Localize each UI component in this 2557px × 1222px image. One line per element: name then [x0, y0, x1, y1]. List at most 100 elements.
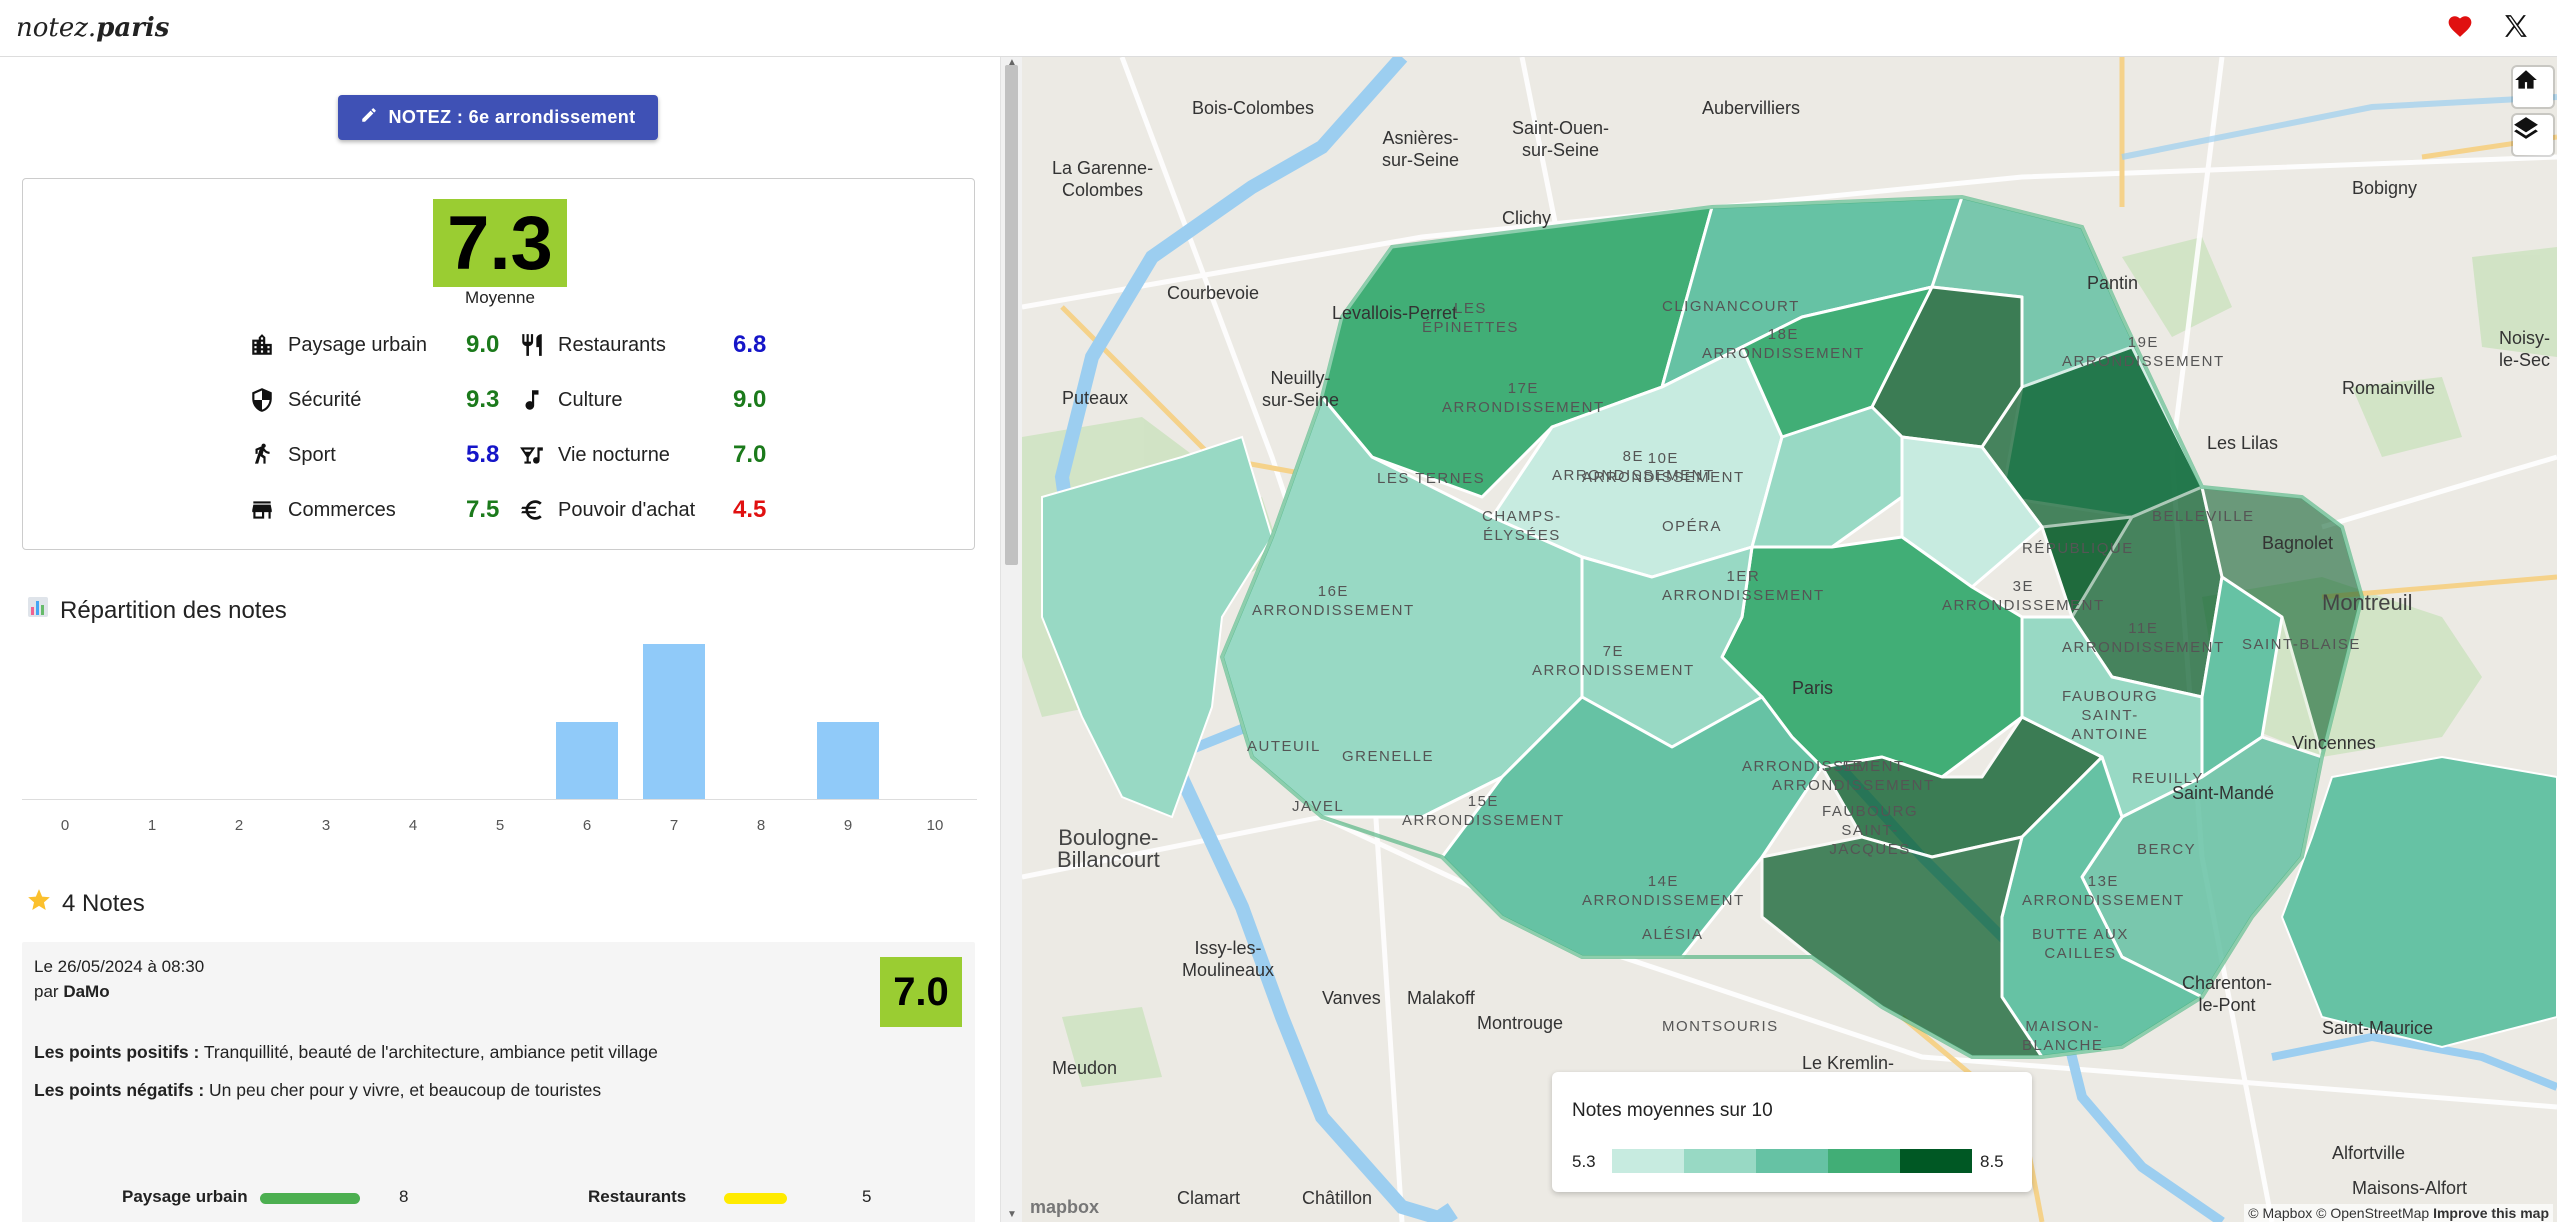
review-criterion-value: 8 — [399, 1187, 409, 1206]
arrondissement-label[interactable]: REUILLY — [2132, 769, 2204, 788]
place-label: Courbevoie — [1167, 283, 1260, 303]
distribution-bar[interactable] — [643, 644, 705, 799]
arrondissement-label[interactable]: RÉPUBLIQUE — [2022, 539, 2134, 558]
criterion-restaurants: Restaurants 6.8 — [518, 331, 766, 359]
x-tick-label: 1 — [147, 817, 157, 834]
arrondissement-label[interactable]: CHAMPS- ÉLYSÉES — [1482, 507, 1562, 545]
site-logo[interactable]: notez.paris — [16, 13, 169, 43]
review-positives: Les points positifs : Tranquillité, beau… — [34, 1042, 658, 1062]
arrondissement-label[interactable]: SAINT-BLAISE — [2242, 635, 2361, 654]
criterion-culture: Culture 9.0 — [518, 386, 766, 414]
place-label: Pantin — [2087, 273, 2139, 293]
review-score: 7.0 — [880, 957, 962, 1027]
x-tick-label: 8 — [756, 817, 766, 834]
place-label: Montreuil — [2322, 590, 2413, 615]
sport-icon — [248, 441, 276, 469]
arrondissement-label[interactable]: ARRONDISSEMENT — [1742, 757, 1905, 776]
map-legend: Notes moyennes sur 10 5.3 8.5 — [1552, 1072, 2032, 1192]
mapbox-logo[interactable]: mapbox — [1030, 1197, 1099, 1218]
arrondissement-label[interactable]: MONTSOURIS — [1662, 1017, 1779, 1036]
scroll-down-arrow[interactable]: ▼ — [1007, 1209, 1017, 1220]
arrondissement-label[interactable]: LES ÉPINETTES — [1422, 299, 1519, 337]
criterion-label: Pouvoir d'achat — [558, 498, 696, 521]
arrondissement-label[interactable]: 7E ARRONDISSEMENT — [1532, 642, 1695, 680]
improve-map-link[interactable]: Improve this map — [2433, 1205, 2549, 1221]
legend-min: 5.3 — [1572, 1152, 1596, 1171]
nightlife-icon — [518, 441, 546, 469]
mapbox-attribution-link[interactable]: © Mapbox — [2248, 1205, 2312, 1221]
arrondissement-label[interactable]: JAVEL — [1292, 797, 1344, 816]
x-axis-line — [22, 799, 977, 800]
arrondissement-label[interactable]: GRENELLE — [1342, 747, 1434, 766]
place-label: Bois-Colombes — [1192, 98, 1315, 118]
place-label: Bagnolet — [2262, 533, 2334, 553]
scrollbar-thumb[interactable] — [1005, 65, 1018, 565]
legend-swatches — [1612, 1149, 1972, 1173]
criterion-value: 7.5 — [466, 496, 500, 523]
arrondissement-label[interactable]: 13E ARRONDISSEMENT — [2022, 872, 2185, 910]
arrondissement-label[interactable]: ALÉSIA — [1642, 925, 1704, 944]
place-label: Maisons-Alfort — [2352, 1178, 2468, 1198]
place-label: Meudon — [1052, 1058, 1118, 1078]
distribution-title: Répartition des notes — [26, 595, 287, 626]
reviews-title: 4 Notes — [26, 887, 145, 920]
arrondissement-label[interactable]: BUTTE AUX CAILLES — [2032, 925, 2129, 963]
osm-attribution-link[interactable]: © OpenStreetMap — [2316, 1205, 2429, 1221]
arrondissement-label[interactable]: BERCY — [2137, 840, 2196, 859]
arrondissement-label[interactable]: CLIGNANCOURT — [1662, 297, 1800, 316]
x-tick-label: 4 — [408, 817, 418, 834]
distribution-chart: 0 1 2 3 4 5 6 7 8 9 10 — [22, 644, 977, 847]
criterion-value: 9.3 — [466, 386, 500, 413]
arrondissement-label[interactable]: 14E ARRONDISSEMENT — [1582, 872, 1745, 910]
arrondissement-label[interactable]: 16E ARRONDISSEMENT — [1252, 582, 1415, 620]
criterion-sport: Sport 5.8 — [248, 441, 499, 469]
review-criterion-value: 5 — [862, 1187, 872, 1206]
place-label: Paris — [1792, 678, 1834, 698]
legend-swatch — [1900, 1149, 1972, 1173]
star-icon — [26, 887, 52, 920]
arrondissement-label[interactable]: OPÉRA — [1662, 517, 1722, 536]
place-label: Puteaux — [1062, 388, 1129, 408]
arrondissement-label[interactable]: 1ER ARRONDISSEMENT — [1662, 567, 1825, 605]
arrondissement-label[interactable]: 15E ARRONDISSEMENT — [1402, 792, 1565, 830]
home-button[interactable] — [2513, 67, 2553, 107]
x-logo-icon[interactable] — [2503, 13, 2529, 44]
arrondissement-label[interactable]: FAUBOURG SAINT- ANTOINE — [2062, 687, 2158, 744]
arrondissement-label[interactable]: LES TERNES — [1377, 469, 1485, 488]
criterion-label: Sport — [288, 443, 336, 466]
left-panel-scrollbar[interactable]: ▲ ▼ — [1000, 57, 1022, 1222]
legend-swatch — [1828, 1149, 1900, 1173]
arrondissement-label[interactable]: 17E ARRONDISSEMENT — [1442, 379, 1605, 417]
legend-swatch — [1756, 1149, 1828, 1173]
place-label: Saint-Ouen-sur-Seine — [1512, 118, 1610, 160]
paris-map[interactable]: Bois-Colombes Asnières-sur-Seine Saint-Oue… — [1022, 57, 2557, 1222]
arrondissement-label[interactable]: FAUBOURG SAINT- JACQUES — [1822, 802, 1918, 859]
legend-swatch — [1684, 1149, 1756, 1173]
criterion-pouvoir-d-achat: Pouvoir d'achat 4.5 — [518, 496, 766, 524]
place-label: Aubervilliers — [1702, 98, 1801, 118]
criterion-label: Sécurité — [288, 388, 362, 411]
arrondissement-label[interactable]: 10E ARRONDISSEMENT — [1582, 449, 1745, 487]
notez-button[interactable]: NOTEZ : 6e arrondissement — [338, 95, 658, 140]
distribution-bar[interactable] — [817, 721, 879, 799]
arrondissement-label[interactable]: BELLEVILLE — [2152, 507, 2255, 526]
place-label: Alfortville — [2332, 1143, 2406, 1163]
arrondissement-label[interactable]: 19E ARRONDISSEMENT — [2062, 333, 2225, 371]
distribution-bar[interactable] — [556, 721, 618, 799]
review-author-line: par DaMo — [34, 982, 110, 1001]
layers-button[interactable] — [2513, 115, 2553, 155]
arrondissement-label[interactable]: MAISON- BLANCHE — [2022, 1017, 2103, 1055]
place-label: Noisy-le-Sec — [2498, 328, 2551, 370]
arrondissement-label[interactable]: 11E ARRONDISSEMENT — [2062, 619, 2225, 657]
place-label: Saint-Maurice — [2322, 1018, 2434, 1038]
criterion-label: Paysage urbain — [288, 333, 427, 356]
legend-max: 8.5 — [1980, 1152, 2004, 1171]
arrondissement-label[interactable]: 18E ARRONDISSEMENT — [1702, 325, 1865, 363]
x-tick-label: 6 — [582, 817, 592, 834]
arrondissement-label[interactable]: AUTEUIL — [1247, 737, 1321, 756]
x-tick-label: 7 — [669, 817, 679, 834]
x-tick-label: 5 — [495, 817, 505, 834]
heart-icon[interactable] — [2447, 14, 2473, 43]
arrondissement-label[interactable]: 3E ARRONDISSEMENT — [1942, 577, 2105, 615]
criterion-value: 7.0 — [733, 441, 767, 468]
